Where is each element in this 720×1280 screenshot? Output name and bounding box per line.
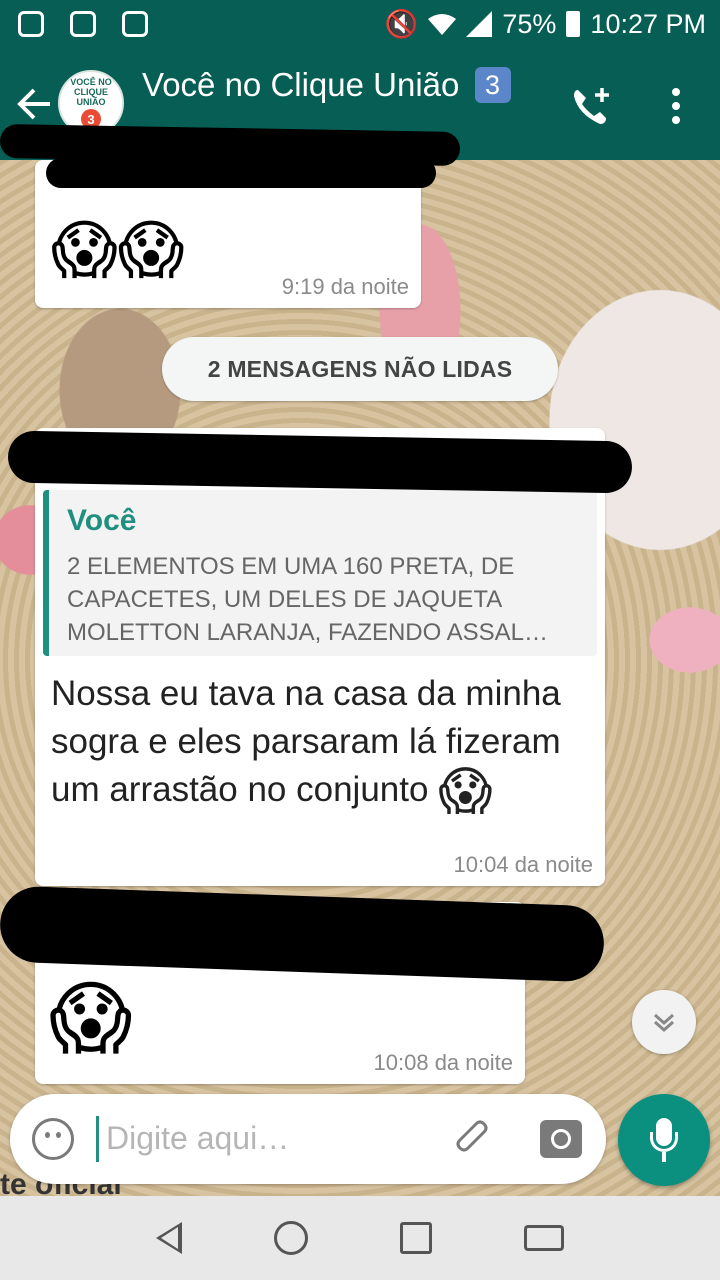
vpn-icon [70,11,96,37]
message-input[interactable]: Digite aqui… [106,1120,289,1157]
avatar-text: VOCÊ NO CLIQUE UNIÃO [70,77,112,107]
nav-home-icon[interactable] [274,1221,308,1255]
back-arrow-icon[interactable] [14,84,54,124]
signal-icon [466,11,493,37]
clock: 10:27 PM [590,8,706,39]
news-icon [122,11,148,37]
message-time: 10:04 da noite [453,852,593,877]
emoji-icon[interactable] [32,1118,74,1160]
instagram-icon [18,11,44,37]
voice-message-button[interactable] [618,1094,710,1186]
message-text-block: Nossa eu tava na casa da minha sogra e e… [51,670,591,818]
redaction-scribble [7,430,633,494]
add-call-icon[interactable] [570,84,614,128]
chat-title-text: Você no Clique União [142,66,460,103]
battery-icon [566,11,581,37]
message-bubble-2[interactable]: Você 2 ELEMENTOS EM UMA 160 PRETA, DE CA… [35,428,605,886]
double-chevron-down-icon [654,1013,674,1033]
message-emoji: 😱😱 [51,214,185,286]
keycap-3-icon: 3 [474,67,511,103]
chat-title[interactable]: Você no Clique União 3 [142,66,511,104]
more-options-icon[interactable] [664,84,688,128]
nav-back-icon[interactable] [156,1222,182,1254]
wifi-icon [428,14,457,35]
message-emoji: 😱 [49,974,133,1063]
redaction-scribble [46,158,436,188]
mute-icon: 🔇 [384,9,419,39]
battery-percent: 75% [502,8,557,39]
nav-switch-apps-icon[interactable] [524,1225,564,1251]
message-time: 10:08 da noite [373,1050,513,1075]
attachment-icon[interactable] [454,1120,494,1160]
message-emoji: 😱 [438,763,493,821]
message-time: 9:19 da noite [281,274,409,299]
message-input-bar[interactable]: Digite aqui… [10,1094,606,1184]
system-navigation-bar [0,1196,720,1280]
nav-recents-icon[interactable] [400,1222,432,1254]
status-bar: 🔇 75% 10:27 PM [0,0,720,48]
quoted-message[interactable]: Você 2 ELEMENTOS EM UMA 160 PRETA, DE CA… [43,490,597,656]
quoted-author: Você [67,504,137,537]
camera-icon[interactable] [540,1120,582,1158]
scroll-to-bottom-button[interactable] [632,990,696,1054]
unread-messages-divider: 2 MENSAGENS NÃO LIDAS [162,337,558,401]
text-cursor [96,1116,99,1162]
quoted-text: 2 ELEMENTOS EM UMA 160 PRETA, DE CAPACET… [67,553,549,646]
